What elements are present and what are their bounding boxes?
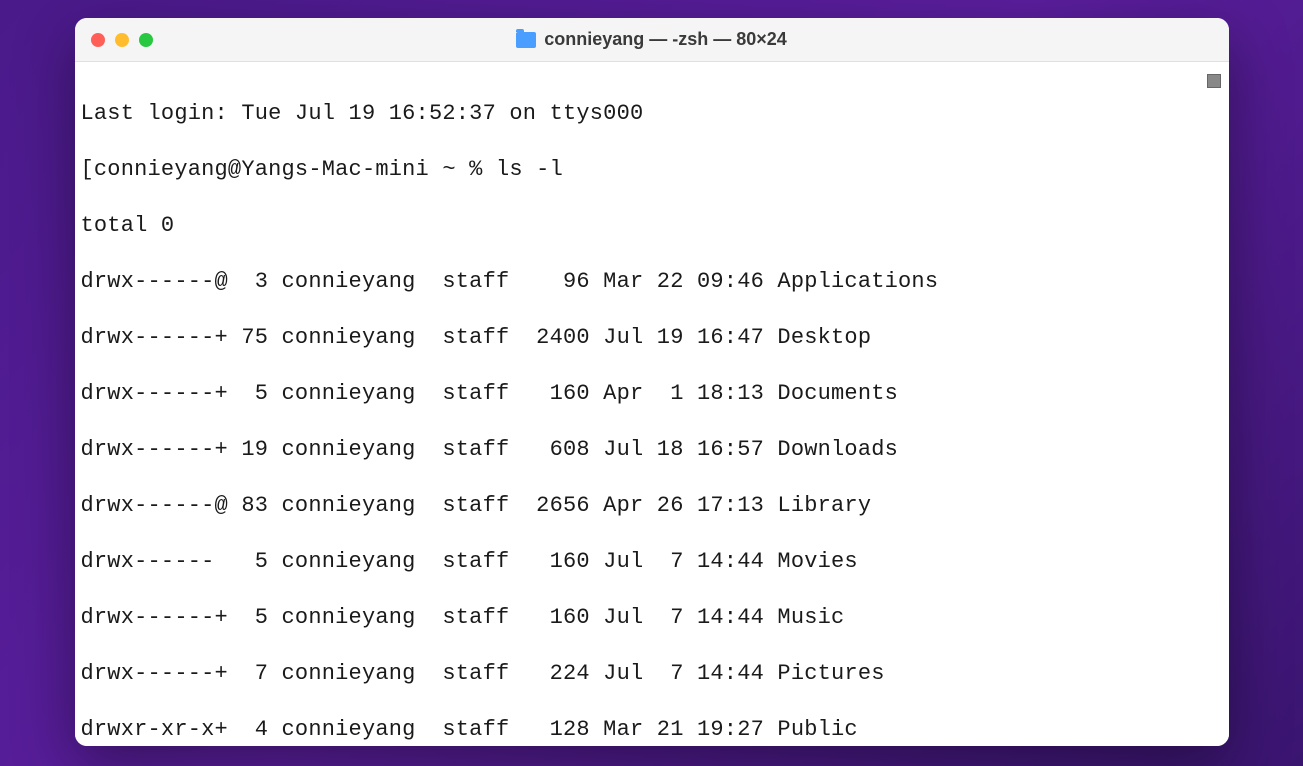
minimize-button[interactable] xyxy=(115,33,129,47)
total-line: total 0 xyxy=(81,212,1223,240)
terminal-window: connieyang — -zsh — 80×24 Last login: Tu… xyxy=(75,18,1229,746)
last-login-line: Last login: Tue Jul 19 16:52:37 on ttys0… xyxy=(81,100,1223,128)
listing-line: drwx------+ 5 connieyang staff 160 Jul 7… xyxy=(81,604,1223,632)
listing-line: drwx------@ 83 connieyang staff 2656 Apr… xyxy=(81,492,1223,520)
scroll-indicator[interactable] xyxy=(1207,74,1221,88)
window-title: connieyang — -zsh — 80×24 xyxy=(544,29,787,50)
maximize-button[interactable] xyxy=(139,33,153,47)
listing-line: drwxr-xr-x+ 4 connieyang staff 128 Mar 2… xyxy=(81,716,1223,744)
listing-line: drwx------+ 5 connieyang staff 160 Apr 1… xyxy=(81,380,1223,408)
folder-icon xyxy=(516,32,536,48)
window-title-wrap: connieyang — -zsh — 80×24 xyxy=(516,29,787,50)
terminal-content[interactable]: Last login: Tue Jul 19 16:52:37 on ttys0… xyxy=(81,72,1223,746)
close-button[interactable] xyxy=(91,33,105,47)
listing-line: drwx------+ 19 connieyang staff 608 Jul … xyxy=(81,436,1223,464)
listing-line: drwx------+ 7 connieyang staff 224 Jul 7… xyxy=(81,660,1223,688)
titlebar[interactable]: connieyang — -zsh — 80×24 xyxy=(75,18,1229,62)
listing-line: drwx------ 5 connieyang staff 160 Jul 7 … xyxy=(81,548,1223,576)
traffic-lights xyxy=(91,33,153,47)
listing-line: drwx------+ 75 connieyang staff 2400 Jul… xyxy=(81,324,1223,352)
prompt-line: [connieyang@Yangs-Mac-mini ~ % ls -l xyxy=(81,156,1223,184)
terminal-body[interactable]: Last login: Tue Jul 19 16:52:37 on ttys0… xyxy=(75,62,1229,746)
listing-line: drwx------@ 3 connieyang staff 96 Mar 22… xyxy=(81,268,1223,296)
